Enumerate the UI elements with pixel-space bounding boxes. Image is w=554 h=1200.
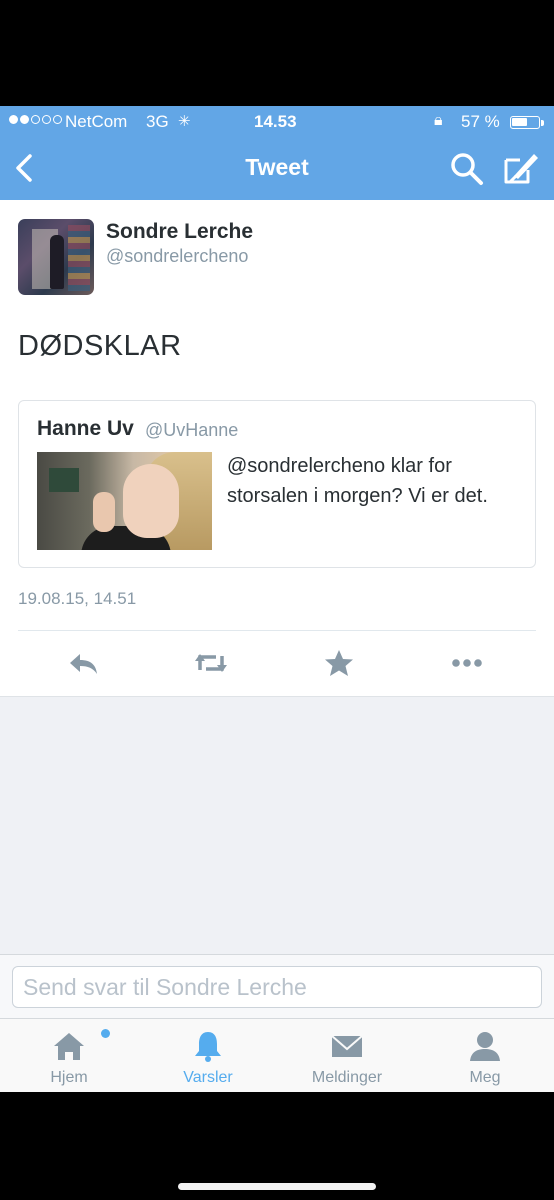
favorite-icon[interactable] [322,648,356,678]
quoted-tweet-card[interactable]: Hanne Uv @UvHanne @sondrelercheno klar f… [18,400,536,568]
home-icon [54,1033,84,1060]
tab-label: Varsler [183,1069,233,1086]
reply-icon[interactable] [66,648,100,678]
nav-bar: Tweet [0,138,554,200]
reply-input[interactable] [12,966,542,1008]
retweet-icon[interactable] [194,648,228,678]
tab-varsler[interactable]: Varsler [153,1019,263,1093]
status-bar: NetCom 3G ✳ 14.53 🔒︎ 57 % [0,106,554,138]
activity-spinner-icon: ✳ [178,113,191,130]
author-handle[interactable]: @sondrelercheno [106,246,248,267]
home-indicator [178,1183,376,1190]
tweet-text: DØDSKLAR [18,330,182,362]
tab-bar: Hjem Varsler Meldinger Meg [0,1018,554,1092]
more-icon[interactable] [450,648,484,678]
tab-meg[interactable]: Meg [430,1019,540,1093]
author-name[interactable]: Sondre Lerche [106,220,253,244]
search-icon[interactable] [448,150,486,188]
notification-dot [101,1029,110,1038]
rotation-lock-icon: 🔒︎ [434,112,443,129]
battery-icon [510,116,540,129]
quoted-tweet-photo[interactable] [37,452,212,550]
tab-label: Hjem [50,1069,88,1086]
top-bezel [0,0,554,106]
tab-label: Meg [469,1069,501,1086]
tab-meldinger[interactable]: Meldinger [292,1019,402,1093]
compose-icon[interactable] [500,148,542,188]
quoted-author-name: Hanne Uv [37,417,134,440]
empty-area [0,696,554,954]
signal-strength-icon [9,115,62,124]
avatar[interactable] [18,219,94,295]
tab-label: Meldinger [311,1069,383,1086]
quoted-author-handle: @UvHanne [145,420,239,440]
envelope-icon [331,1035,363,1057]
quoted-tweet-text: @sondrelercheno klar for storsalen i mor… [227,455,488,507]
tweet-detail: Sondre Lerche @sondrelercheno DØDSKLAR H… [0,200,554,696]
battery-percent: 57 % [461,112,500,131]
divider [18,630,536,631]
carrier-name: NetCom [65,112,128,131]
network-type: 3G [146,112,169,131]
tab-hjem[interactable]: Hjem [14,1019,124,1093]
reply-bar [0,954,554,1018]
clock: 14.53 [254,112,297,131]
battery-tip [541,120,544,126]
bell-icon [195,1032,221,1062]
person-icon [470,1032,500,1061]
tweet-timestamp: 19.08.15, 14.51 [18,589,137,608]
